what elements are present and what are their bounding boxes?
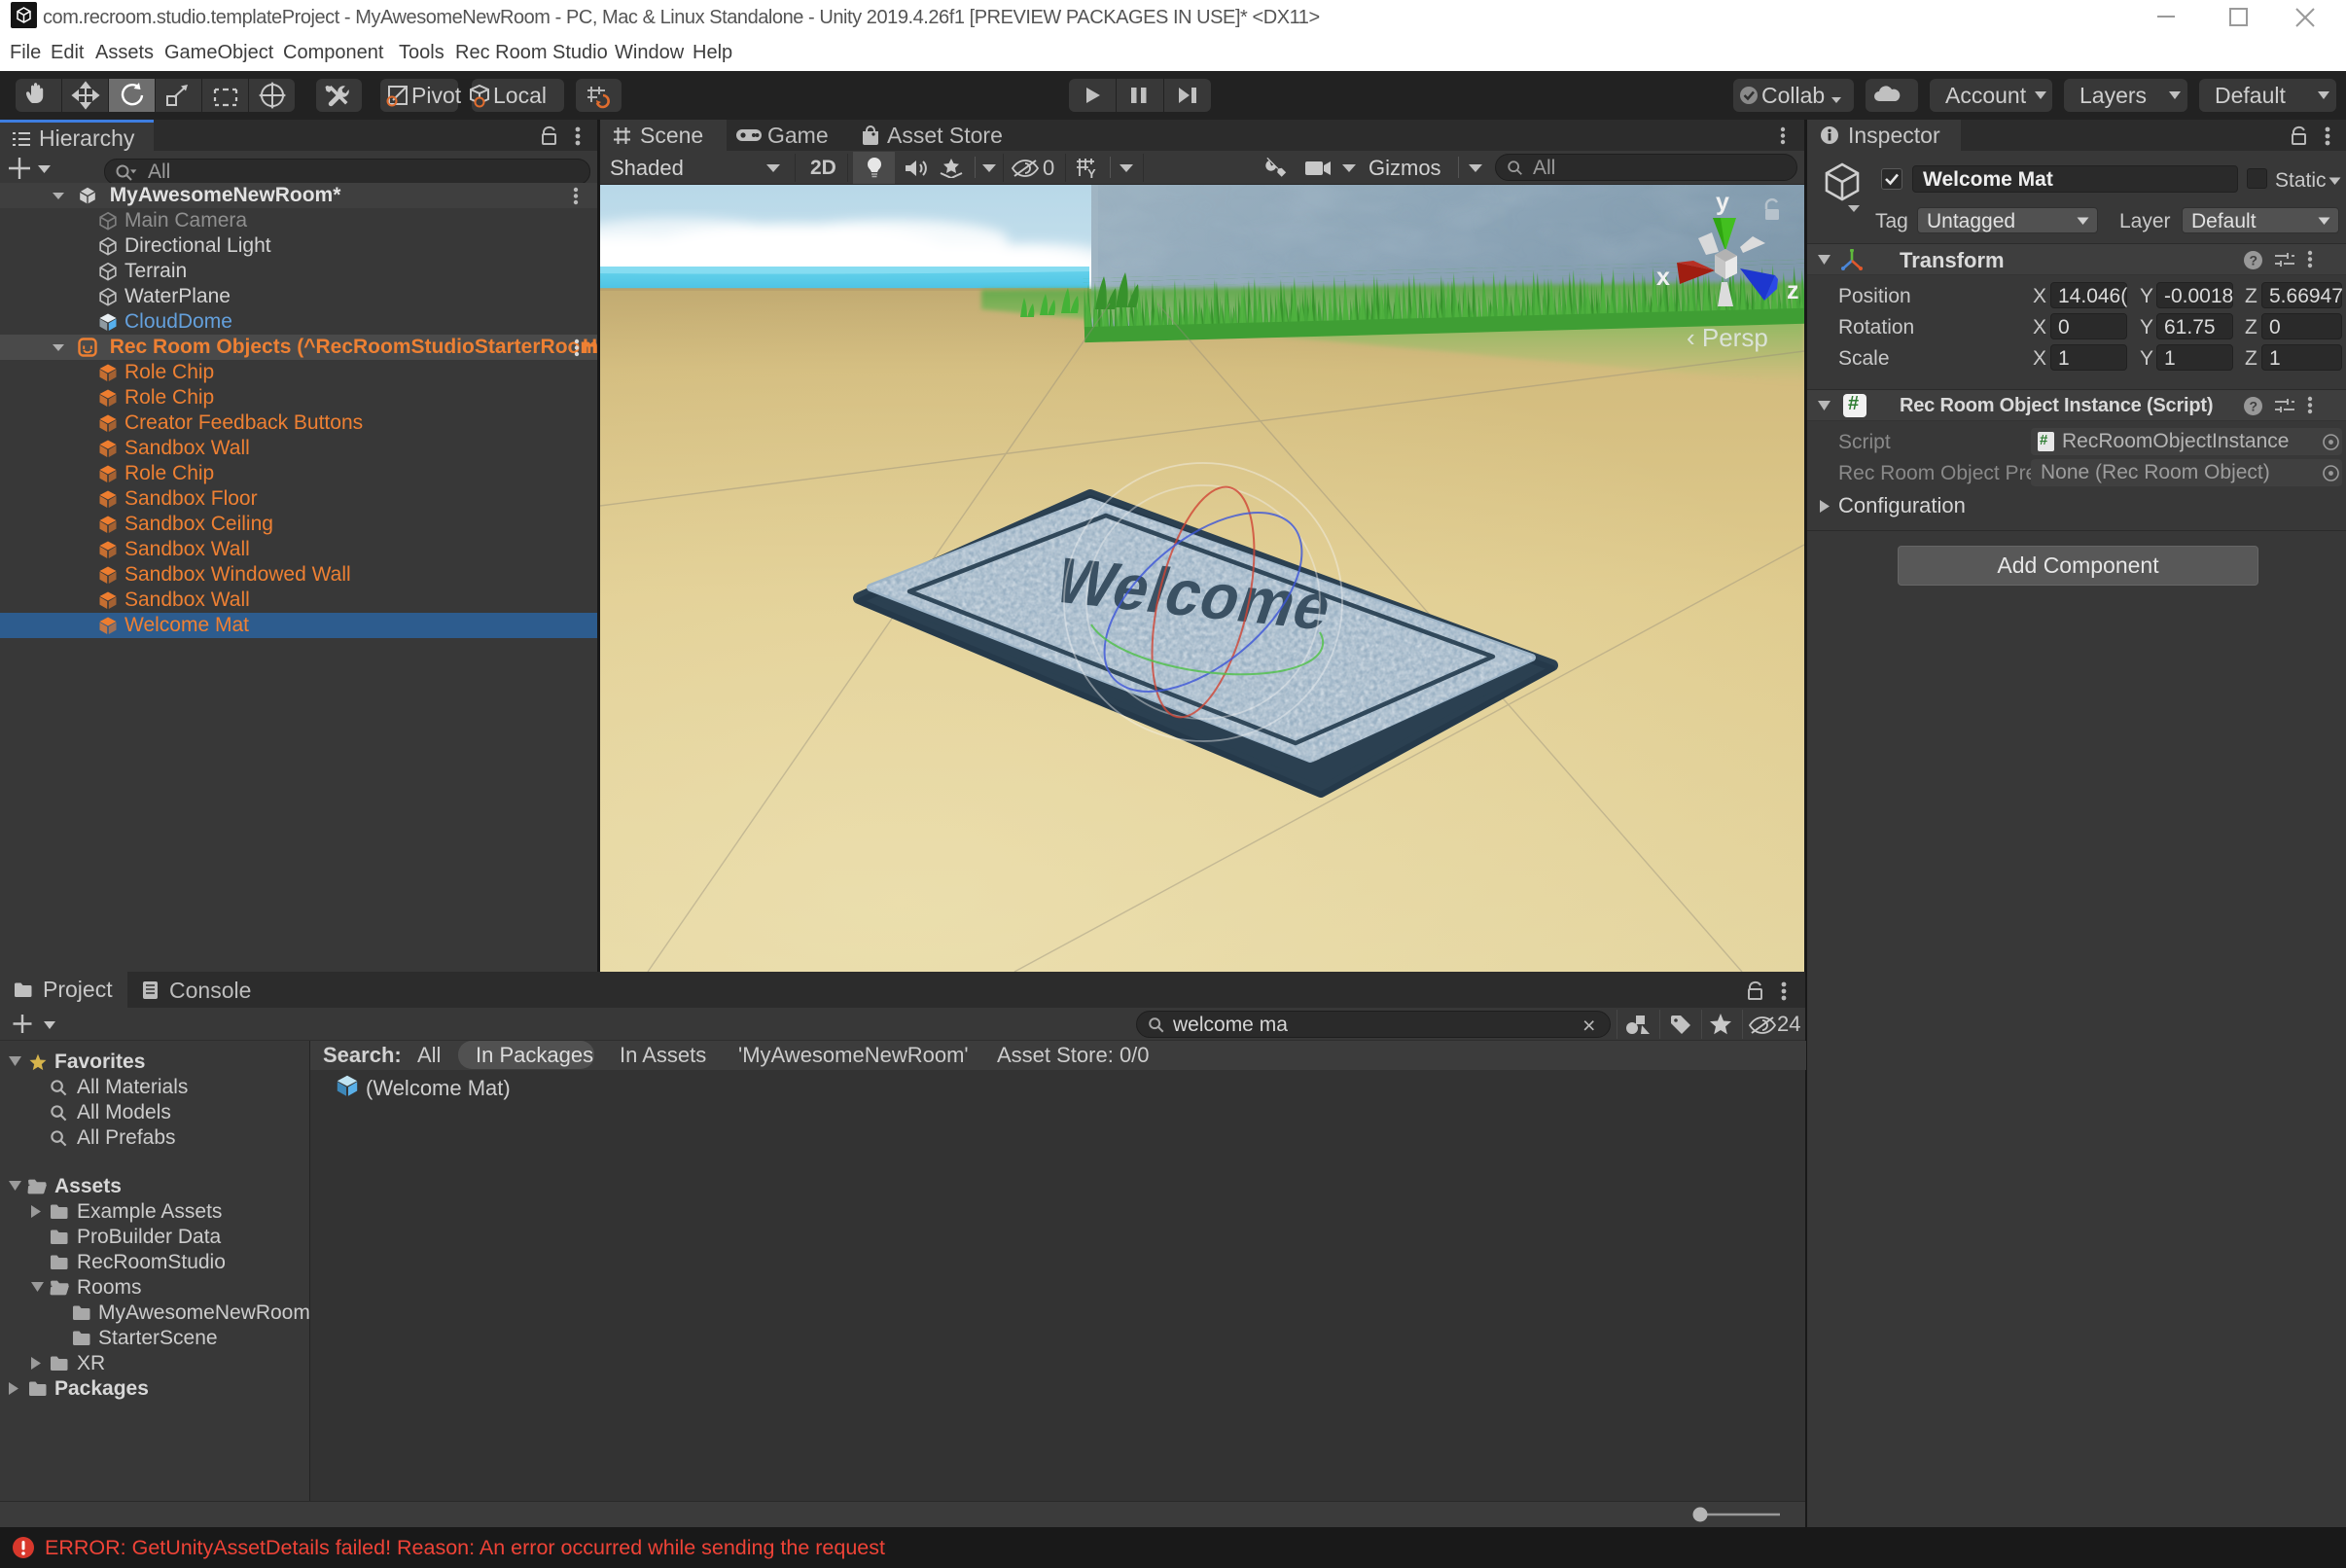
svg-text:Pivot: Pivot	[411, 83, 462, 108]
svg-text:z: z	[1787, 277, 1799, 304]
svg-text:y: y	[1716, 189, 1729, 216]
svg-text:?: ?	[2250, 399, 2258, 414]
svg-text:Y: Y	[1087, 166, 1096, 180]
svg-text:Layers: Layers	[2079, 83, 2147, 108]
svg-text:Collab: Collab	[1761, 83, 1825, 108]
svg-text:Account: Account	[1945, 83, 2027, 108]
svg-text:?: ?	[2250, 253, 2258, 268]
svg-text:x: x	[1656, 264, 1670, 291]
svg-text:Local: Local	[493, 83, 547, 108]
svg-text:Default: Default	[2215, 83, 2286, 108]
svg-text:‹ Persp: ‹ Persp	[1687, 323, 1768, 352]
